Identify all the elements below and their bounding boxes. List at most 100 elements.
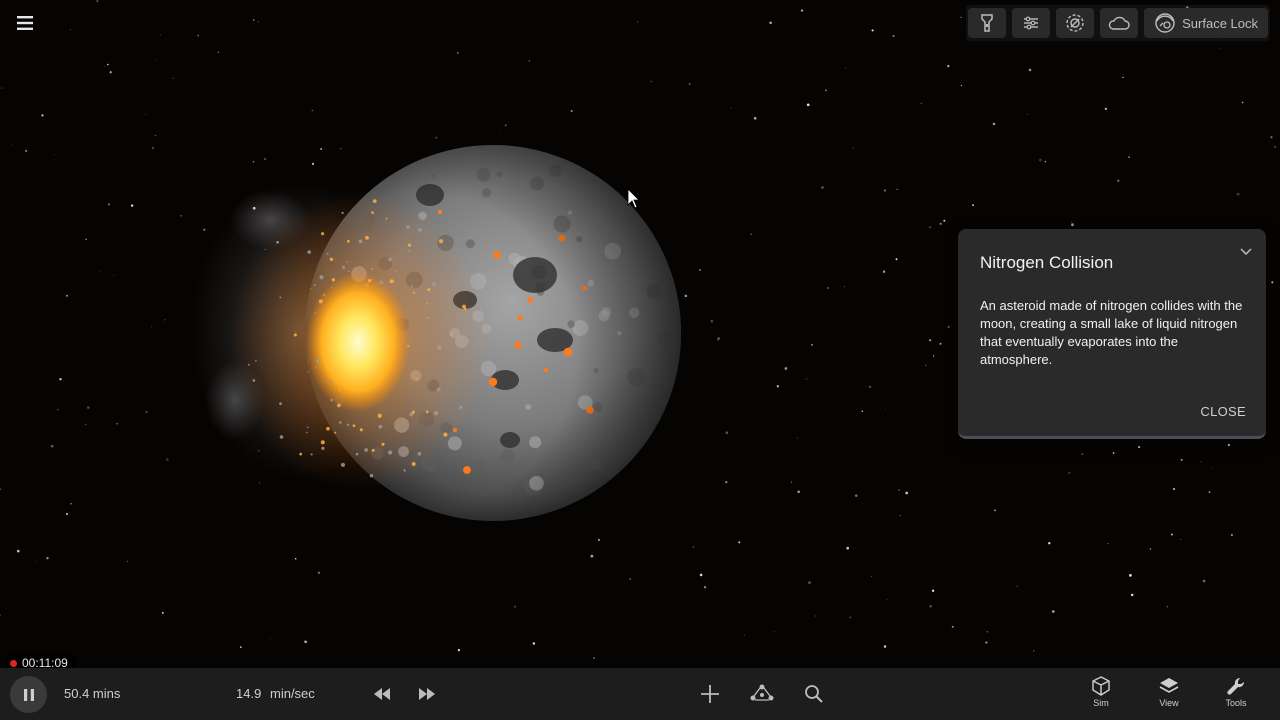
weather-button[interactable]	[1100, 8, 1139, 38]
debris-particle	[410, 285, 414, 288]
debris-particle	[334, 431, 337, 434]
debris-particle	[379, 280, 384, 285]
star	[1128, 156, 1130, 158]
star	[41, 114, 44, 117]
debris-particle	[341, 265, 346, 269]
pause-button[interactable]	[10, 676, 47, 713]
debris-particle	[347, 239, 350, 243]
star	[532, 642, 536, 645]
menu-button[interactable]	[10, 8, 40, 38]
star	[791, 481, 792, 483]
filters-button[interactable]	[1012, 8, 1051, 38]
debris-particle	[359, 428, 363, 432]
debris-particle	[319, 275, 324, 280]
star	[457, 648, 461, 652]
star	[180, 214, 183, 217]
collapse-panel-button[interactable]	[1240, 243, 1252, 261]
star	[1138, 446, 1141, 449]
star	[750, 233, 752, 235]
rewind-button[interactable]	[368, 680, 396, 708]
star	[1039, 158, 1042, 162]
star	[870, 575, 872, 577]
add-button[interactable]	[696, 680, 724, 708]
debris-particle	[321, 446, 325, 451]
sliders-icon	[1024, 16, 1039, 30]
star	[1208, 491, 1211, 494]
debris-particle	[313, 284, 316, 287]
star	[1220, 48, 1222, 49]
star	[932, 355, 935, 357]
star	[1052, 610, 1055, 613]
star	[994, 509, 996, 512]
star	[1112, 452, 1115, 454]
debris-particle	[431, 282, 436, 287]
debris-particle	[323, 294, 325, 296]
debris-particle	[407, 344, 410, 348]
star	[1241, 101, 1244, 104]
debris-particle	[436, 387, 441, 392]
star	[340, 148, 342, 150]
search-button[interactable]	[800, 680, 828, 708]
star	[717, 337, 720, 340]
fast-forward-icon	[419, 688, 435, 700]
debris-particle	[310, 453, 313, 456]
star	[925, 364, 927, 366]
close-button[interactable]: CLOSE	[1200, 404, 1246, 419]
star	[738, 541, 741, 544]
star	[1212, 467, 1214, 468]
debris-particle	[427, 288, 431, 292]
star	[161, 611, 164, 614]
orbit-view-button[interactable]	[748, 680, 776, 708]
debris-particle	[306, 431, 308, 434]
star	[166, 458, 169, 461]
top-toolbar: Surface Lock	[966, 5, 1270, 41]
star	[811, 344, 813, 346]
star	[239, 646, 242, 649]
star	[59, 378, 62, 381]
sim-tab-label: Sim	[1093, 698, 1109, 708]
star	[160, 34, 161, 36]
debris-particle	[330, 286, 333, 289]
debris-particle	[346, 423, 350, 426]
star	[773, 631, 776, 633]
debris-particle	[364, 448, 368, 452]
star	[263, 157, 267, 161]
star	[1130, 593, 1134, 597]
debris-particle	[252, 379, 256, 382]
star	[1180, 458, 1183, 461]
surface-lock-button[interactable]: Surface Lock	[1144, 8, 1268, 38]
view-tab[interactable]: View	[1149, 676, 1189, 716]
star	[65, 294, 68, 297]
star	[1271, 281, 1274, 284]
fast-forward-button[interactable]	[413, 680, 441, 708]
star	[871, 29, 874, 32]
speed-value[interactable]: 14.9	[236, 686, 261, 701]
debris-particle	[316, 359, 321, 364]
debris-particle	[377, 413, 382, 418]
debris-particle	[315, 367, 317, 369]
star	[25, 150, 27, 152]
star	[84, 423, 87, 426]
star	[814, 615, 816, 617]
star	[163, 318, 166, 321]
speed-unit: min/sec	[270, 686, 315, 701]
debris-particle	[416, 378, 418, 380]
star	[843, 286, 845, 288]
star	[85, 238, 87, 241]
star	[1227, 443, 1231, 447]
star	[109, 71, 112, 74]
star	[197, 34, 200, 37]
star	[972, 204, 975, 207]
star	[258, 482, 261, 484]
star	[87, 406, 90, 409]
debris-particle	[427, 316, 429, 319]
tools-tab[interactable]: Tools	[1216, 676, 1256, 716]
star	[151, 326, 152, 328]
star	[1081, 453, 1084, 456]
star	[130, 204, 134, 207]
star	[1044, 160, 1047, 163]
flashlight-button[interactable]	[968, 8, 1007, 38]
orbit-target-button[interactable]	[1056, 8, 1095, 38]
star	[18, 373, 19, 375]
sim-tab[interactable]: Sim	[1081, 676, 1121, 716]
